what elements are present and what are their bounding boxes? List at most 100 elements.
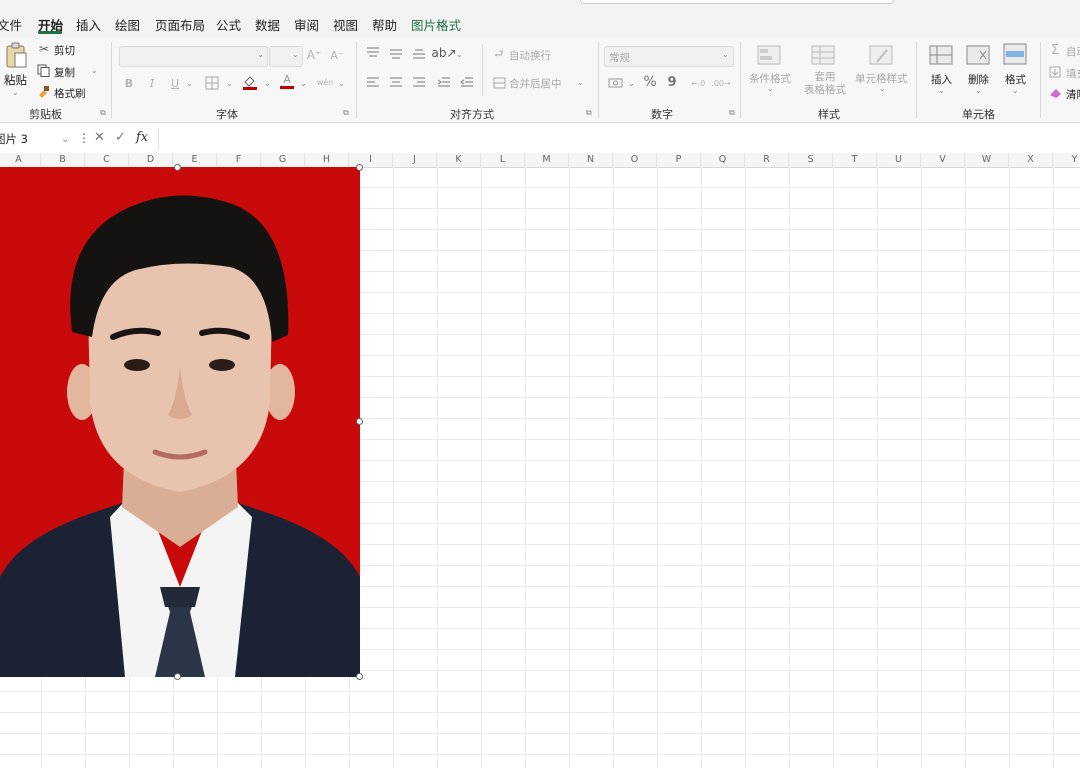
format-cells-icon[interactable] — [1003, 42, 1027, 66]
conditional-dropdown-icon[interactable]: ⌄ — [767, 84, 774, 93]
id-photo[interactable] — [0, 167, 360, 677]
format-as-table-button[interactable]: 套用 表格格式 — [797, 71, 853, 97]
align-center-icon[interactable] — [388, 76, 404, 90]
underline-dropdown-icon[interactable]: ⌄ — [186, 79, 193, 88]
decrease-decimal-icon[interactable]: .00→ — [711, 75, 730, 91]
align-left-icon[interactable] — [365, 76, 381, 90]
resize-handle-bottom[interactable] — [174, 673, 181, 680]
enter-icon[interactable]: ✓ — [115, 130, 126, 145]
font-name-select[interactable] — [119, 46, 268, 67]
copy-dropdown-icon[interactable]: ⌄ — [91, 66, 98, 75]
resize-handle-bottom-right[interactable] — [356, 673, 363, 680]
bold-button[interactable]: B — [122, 76, 136, 90]
resize-handle-right[interactable] — [356, 418, 363, 425]
fill-button[interactable]: 填充 — [1066, 66, 1080, 81]
phonetic-dropdown-icon[interactable]: ⌄ — [338, 79, 345, 88]
cell-styles-icon[interactable] — [869, 44, 893, 66]
clipboard-launcher-icon[interactable]: ⧉ — [100, 108, 106, 118]
menu-draw[interactable]: 绘图 — [115, 15, 140, 34]
shrink-font-icon[interactable]: A⁻ — [329, 47, 345, 63]
alignment-launcher-icon[interactable]: ⧉ — [586, 108, 592, 118]
column-header-J[interactable]: J — [393, 153, 437, 167]
decrease-indent-icon[interactable] — [436, 76, 452, 90]
percent-style-button[interactable]: % — [642, 74, 658, 90]
format-painter-button[interactable]: 格式刷 — [54, 86, 86, 101]
font-launcher-icon[interactable]: ⧉ — [343, 108, 349, 118]
column-header-V[interactable]: V — [921, 153, 965, 167]
comma-style-button[interactable]: 9 — [666, 74, 678, 90]
delete-cells-button[interactable]: 删除 — [968, 72, 989, 87]
menu-review[interactable]: 审阅 — [294, 15, 319, 34]
italic-button[interactable]: I — [145, 76, 159, 90]
search-box[interactable] — [580, 0, 894, 4]
delete-dropdown-icon[interactable]: ⌄ — [975, 86, 982, 95]
column-header-U[interactable]: U — [877, 153, 921, 167]
column-header-L[interactable]: L — [481, 153, 525, 167]
column-header-M[interactable]: M — [525, 153, 569, 167]
formula-input[interactable] — [158, 128, 1080, 150]
format-dropdown-icon[interactable]: ⌄ — [1012, 86, 1019, 95]
menu-page-layout[interactable]: 页面布局 — [155, 15, 205, 34]
grow-font-icon[interactable]: A⁺ — [306, 47, 322, 63]
menu-picture-format[interactable]: 图片格式 — [411, 15, 461, 34]
resize-handle-top-right[interactable] — [356, 164, 363, 171]
font-color-dropdown-icon[interactable]: ⌄ — [300, 79, 307, 88]
insert-cells-button[interactable]: 插入 — [931, 72, 952, 87]
column-header-O[interactable]: O — [613, 153, 657, 167]
column-header-N[interactable]: N — [569, 153, 613, 167]
wrap-text-button[interactable]: 自动换行 — [509, 48, 551, 63]
cell-styles-dropdown-icon[interactable]: ⌄ — [879, 84, 886, 93]
column-header-X[interactable]: X — [1009, 153, 1053, 167]
column-header-A[interactable]: A — [0, 153, 41, 167]
column-header-G[interactable]: G — [261, 153, 305, 167]
menu-data[interactable]: 数据 — [255, 15, 280, 34]
delete-cells-icon[interactable] — [966, 44, 990, 66]
column-header-H[interactable]: H — [305, 153, 349, 167]
merge-center-button[interactable]: 合并后居中 — [509, 76, 562, 91]
align-right-icon[interactable] — [411, 76, 427, 90]
borders-icon[interactable] — [204, 75, 219, 90]
orientation-icon[interactable]: ab↗ — [431, 45, 456, 61]
column-header-C[interactable]: C — [85, 153, 129, 167]
underline-button[interactable]: U — [168, 76, 182, 90]
menu-formulas[interactable]: 公式 — [216, 15, 241, 34]
phonetic-guide-icon[interactable]: wén — [316, 74, 334, 90]
merge-dropdown-icon[interactable]: ⌄ — [577, 78, 584, 87]
format-as-table-icon[interactable] — [811, 44, 835, 66]
column-header-P[interactable]: P — [657, 153, 701, 167]
column-header-W[interactable]: W — [965, 153, 1009, 167]
align-bottom-icon[interactable] — [411, 46, 427, 60]
column-header-S[interactable]: S — [789, 153, 833, 167]
insert-function-button[interactable]: fx — [136, 130, 148, 145]
menu-file[interactable]: 文件 — [0, 15, 22, 34]
menu-view[interactable]: 视图 — [333, 15, 358, 34]
paste-button[interactable]: 粘贴 — [4, 72, 27, 88]
font-color-icon[interactable]: A — [279, 73, 295, 89]
align-top-icon[interactable] — [365, 46, 381, 60]
insert-cells-icon[interactable] — [929, 44, 953, 66]
accounting-format-icon[interactable] — [607, 76, 623, 90]
column-header-B[interactable]: B — [41, 153, 85, 167]
number-launcher-icon[interactable]: ⧉ — [729, 108, 735, 118]
conditional-formatting-icon[interactable] — [757, 44, 781, 66]
insert-dropdown-icon[interactable]: ⌄ — [938, 86, 945, 95]
name-box-dropdown-icon[interactable]: ⌄ — [61, 134, 69, 145]
column-header-Y[interactable]: Y — [1053, 153, 1080, 167]
menu-help[interactable]: 帮助 — [372, 15, 397, 34]
orientation-dropdown-icon[interactable]: ⌄ — [456, 50, 463, 59]
menu-insert[interactable]: 插入 — [76, 15, 101, 34]
column-header-F[interactable]: F — [217, 153, 261, 167]
accounting-dropdown-icon[interactable]: ⌄ — [628, 79, 635, 88]
column-header-R[interactable]: R — [745, 153, 789, 167]
column-header-Q[interactable]: Q — [701, 153, 745, 167]
column-header-K[interactable]: K — [437, 153, 481, 167]
cancel-icon[interactable]: ✕ — [94, 130, 105, 145]
paste-dropdown-icon[interactable]: ⌄ — [12, 88, 19, 97]
column-header-T[interactable]: T — [833, 153, 877, 167]
autosum-button[interactable]: 自动 — [1066, 44, 1080, 59]
column-header-D[interactable]: D — [129, 153, 173, 167]
fill-color-dropdown-icon[interactable]: ⌄ — [264, 79, 271, 88]
more-icon[interactable]: ⋮ — [78, 131, 90, 145]
paste-icon[interactable] — [3, 42, 29, 70]
clear-button[interactable]: 清除 — [1066, 87, 1080, 102]
